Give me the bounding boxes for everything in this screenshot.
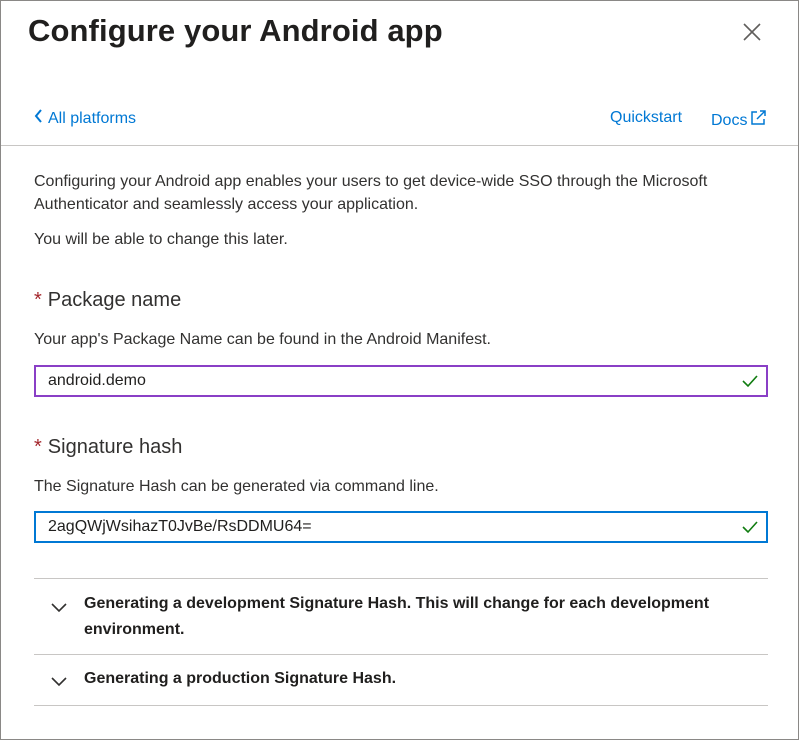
external-link-icon (749, 109, 767, 132)
chevron-down-icon (51, 674, 67, 692)
checkmark-icon (742, 520, 758, 534)
accordion-title-dev: Generating a development Signature Hash.… (84, 595, 710, 638)
required-marker: * (34, 289, 42, 311)
quickstart-link[interactable]: Quickstart (610, 109, 682, 127)
signature-hash-hint: The Signature Hash can be generated via … (34, 478, 439, 495)
change-later-note: You will be able to change this later. (34, 231, 288, 248)
configure-android-panel: Configure your Android app All platforms… (0, 0, 799, 740)
accordion-header-prod[interactable]: Generating a production Signature Hash. (34, 655, 768, 705)
accordion-header-dev[interactable]: Generating a development Signature Hash.… (34, 579, 768, 654)
checkmark-icon (742, 374, 758, 388)
chevron-left-icon (34, 109, 44, 128)
required-marker: * (34, 436, 42, 458)
signature-hash-input[interactable] (36, 513, 728, 541)
close-icon[interactable] (741, 21, 763, 43)
package-name-input[interactable] (36, 367, 728, 395)
signature-hash-label: * Signature hash (34, 436, 182, 459)
package-name-label-text: Package name (47, 289, 182, 311)
accordion-title-prod: Generating a production Signature Hash. (84, 670, 397, 687)
all-platforms-link[interactable]: All platforms (34, 109, 136, 128)
chevron-down-icon (51, 600, 67, 618)
panel-title: Configure your Android app (28, 13, 443, 48)
accordion-dev-signature-hash: Generating a development Signature Hash.… (34, 578, 768, 654)
docs-link[interactable]: Docs (711, 109, 767, 132)
header-divider (1, 145, 798, 146)
all-platforms-label: All platforms (48, 109, 137, 127)
docs-label: Docs (711, 111, 748, 129)
package-name-label: * Package name (34, 289, 181, 312)
signature-hash-label-text: Signature hash (47, 436, 183, 458)
panel-nav: All platforms Quickstart Docs (34, 109, 767, 133)
package-name-field[interactable] (34, 365, 768, 397)
package-name-hint: Your app's Package Name can be found in … (34, 331, 491, 348)
intro-text: Configuring your Android app enables you… (34, 173, 708, 213)
signature-hash-field[interactable] (34, 511, 768, 543)
accordion-prod-signature-hash: Generating a production Signature Hash. (34, 654, 768, 706)
